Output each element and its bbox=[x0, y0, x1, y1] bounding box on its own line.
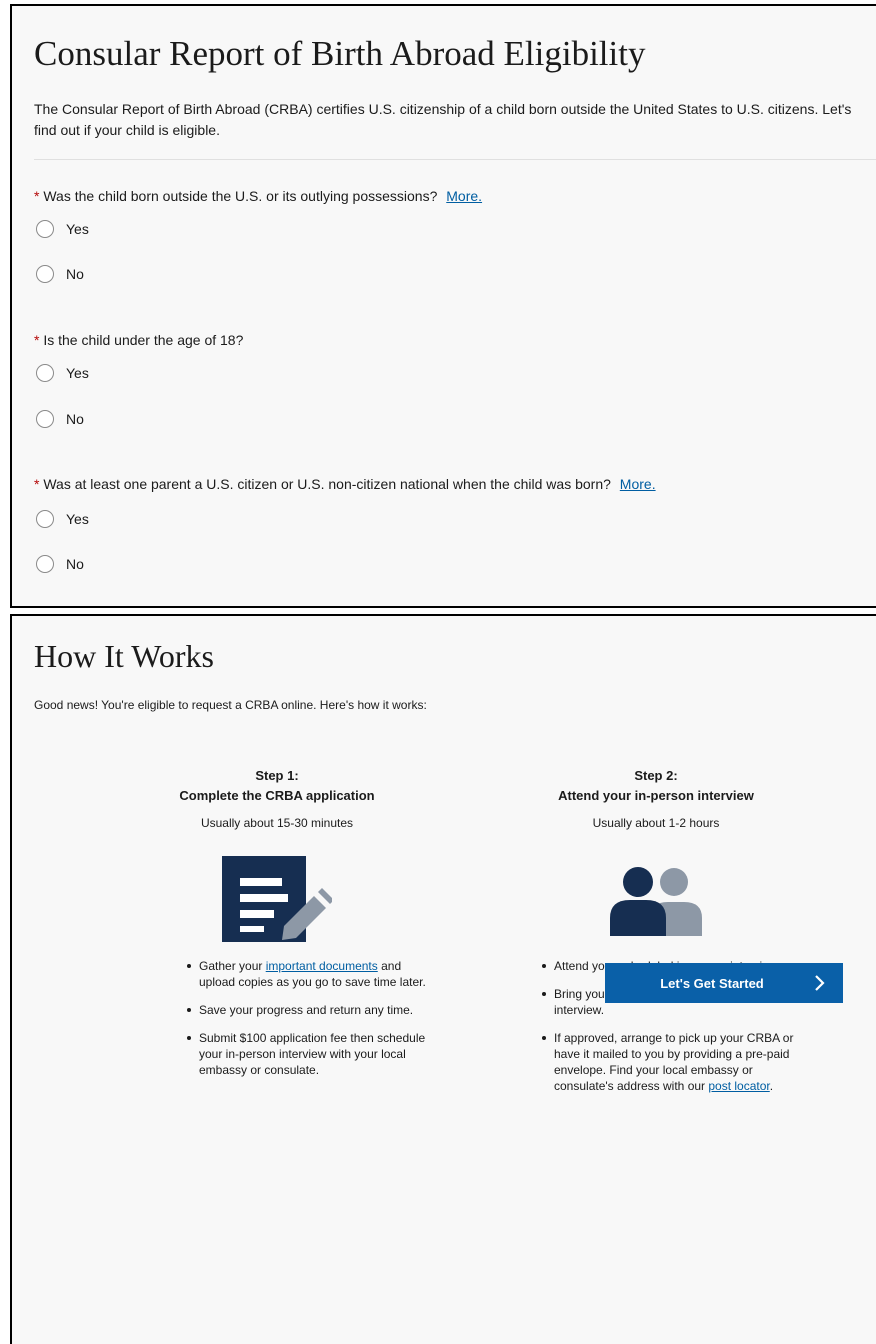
radio-label: Yes bbox=[66, 221, 89, 237]
radio-label: No bbox=[66, 556, 84, 572]
page-title: Consular Report of Birth Abroad Eligibil… bbox=[34, 34, 646, 73]
radio-option-no[interactable]: No bbox=[36, 410, 84, 428]
chevron-right-icon bbox=[815, 975, 825, 991]
radio-button[interactable] bbox=[36, 265, 54, 283]
important-documents-link[interactable]: important documents bbox=[266, 959, 378, 973]
how-it-works-panel: How It Works Good news! You're eligible … bbox=[10, 614, 876, 1344]
required-marker: * bbox=[34, 188, 40, 204]
question-parent-citizen: * Was at least one parent a U.S. citizen… bbox=[34, 476, 656, 492]
radio-option-yes[interactable]: Yes bbox=[36, 220, 89, 238]
radio-label: Yes bbox=[66, 365, 89, 381]
required-marker: * bbox=[34, 332, 40, 348]
list-item: Submit $100 application fee then schedul… bbox=[187, 1030, 437, 1078]
radio-button[interactable] bbox=[36, 510, 54, 528]
radio-option-no[interactable]: No bbox=[36, 555, 84, 573]
radio-label: No bbox=[66, 411, 84, 427]
step-1-column: Step 1: Complete the CRBA application Us… bbox=[117, 766, 437, 1077]
intro-text: The Consular Report of Birth Abroad (CRB… bbox=[34, 101, 852, 138]
radio-button[interactable] bbox=[36, 364, 54, 382]
eligible-message: Good news! You're eligible to request a … bbox=[34, 698, 427, 712]
button-label: Let's Get Started bbox=[660, 975, 764, 991]
radio-label: Yes bbox=[66, 511, 89, 527]
step-title: Complete the CRBA application bbox=[179, 788, 375, 803]
radio-button[interactable] bbox=[36, 220, 54, 238]
required-marker: * bbox=[34, 476, 40, 492]
question-born-outside: * Was the child born outside the U.S. or… bbox=[34, 188, 482, 204]
radio-label: No bbox=[66, 266, 84, 282]
bullet-text: Save your progress and return any time. bbox=[199, 1003, 414, 1017]
step-heading: Step 2: Attend your in-person interview bbox=[496, 766, 816, 806]
lets-get-started-button[interactable]: Let's Get Started bbox=[605, 963, 843, 1003]
list-item: If approved, arrange to pick up your CRB… bbox=[542, 1030, 816, 1094]
list-item: Gather your important documents and uplo… bbox=[187, 958, 437, 990]
step-number: Step 1: bbox=[255, 768, 299, 783]
radio-option-yes[interactable]: Yes bbox=[36, 364, 89, 382]
bullet-text: Submit $100 application fee then schedul… bbox=[199, 1031, 426, 1077]
question-text: Was at least one parent a U.S. citizen o… bbox=[43, 476, 611, 492]
document-edit-icon bbox=[222, 856, 334, 947]
people-icon bbox=[606, 866, 706, 941]
bullet-text: Gather your bbox=[199, 959, 266, 973]
radio-button[interactable] bbox=[36, 555, 54, 573]
question-under-18: * Is the child under the age of 18? bbox=[34, 332, 243, 348]
list-item: Save your progress and return any time. bbox=[187, 1002, 437, 1018]
radio-option-yes[interactable]: Yes bbox=[36, 510, 89, 528]
question-text: Is the child under the age of 18? bbox=[43, 332, 244, 348]
divider bbox=[34, 159, 876, 160]
bullet-text: . bbox=[769, 1079, 774, 1093]
eligibility-panel: Consular Report of Birth Abroad Eligibil… bbox=[10, 4, 876, 608]
step-2-column: Step 2: Attend your in-person interview … bbox=[496, 766, 816, 1093]
section-title: How It Works bbox=[34, 638, 214, 674]
step-number: Step 2: bbox=[634, 768, 678, 783]
radio-button[interactable] bbox=[36, 410, 54, 428]
step-title: Attend your in-person interview bbox=[558, 788, 754, 803]
step-heading: Step 1: Complete the CRBA application bbox=[117, 766, 437, 806]
question-text: Was the child born outside the U.S. or i… bbox=[43, 188, 438, 204]
more-link[interactable]: More. bbox=[446, 188, 482, 204]
post-locator-link[interactable]: post locator bbox=[708, 1079, 769, 1093]
more-link[interactable]: More. bbox=[620, 476, 656, 492]
step-duration: Usually about 15-30 minutes bbox=[200, 816, 354, 830]
step-duration: Usually about 1-2 hours bbox=[592, 816, 720, 830]
radio-option-no[interactable]: No bbox=[36, 265, 84, 283]
step-1-list: Gather your important documents and uplo… bbox=[117, 958, 437, 1090]
